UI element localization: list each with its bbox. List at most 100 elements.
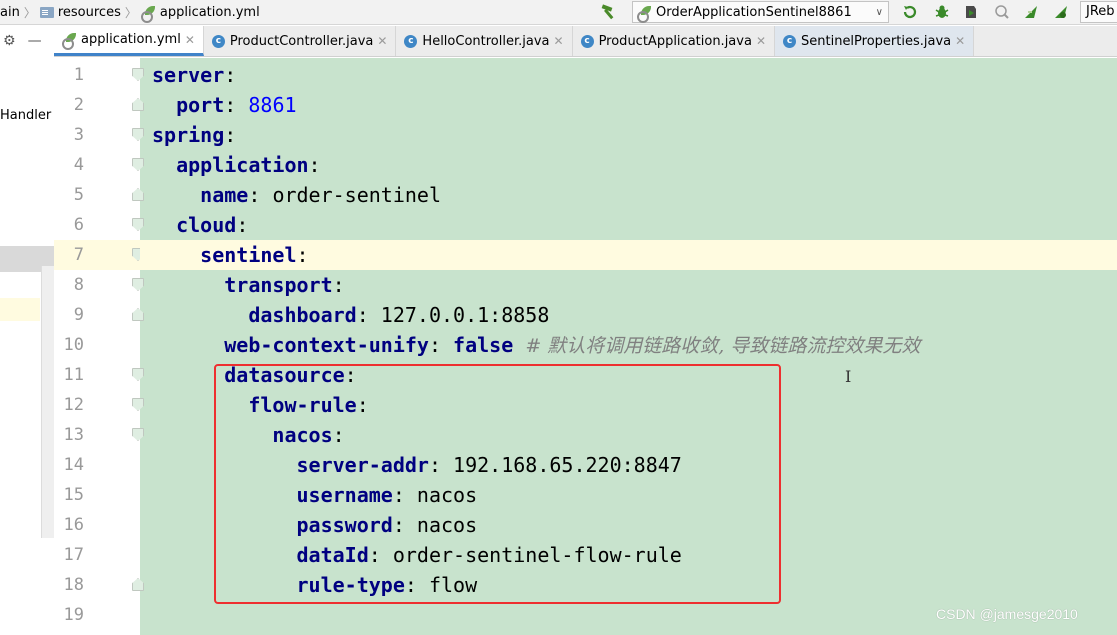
close-icon[interactable]: ✕ [554, 34, 564, 48]
highlight-annotation-box [214, 364, 781, 604]
yaml-separator: : [224, 63, 237, 87]
line-number: 12 [63, 395, 84, 415]
line-number: 3 [73, 125, 84, 145]
yaml-separator: : [248, 183, 273, 207]
line-number: 14 [63, 455, 84, 475]
tab-product-controller[interactable]: c ProductController.java ✕ [204, 26, 397, 56]
code-line[interactable]: 7 sentinel: [54, 240, 1117, 270]
yaml-key: dashboard [248, 303, 357, 327]
close-icon[interactable]: ✕ [756, 34, 766, 48]
tab-hello-controller[interactable]: c HelloController.java ✕ [396, 26, 573, 56]
yaml-value: 8861 [248, 93, 297, 117]
code-line[interactable]: 3 spring: [54, 120, 1117, 150]
yaml-separator: : [308, 153, 321, 177]
yml-icon [62, 33, 77, 50]
debug-icon[interactable] [932, 3, 952, 21]
close-icon[interactable]: ✕ [955, 34, 965, 48]
run-configuration-select[interactable]: OrderApplicationSentinel8861 ∨ [632, 1, 889, 23]
chevron-down-icon: ∨ [875, 6, 883, 18]
jrebel-debug-icon[interactable] [1051, 3, 1071, 21]
code-line[interactable]: 9 dashboard: 127.0.0.1:8858 [54, 300, 1117, 330]
code-line-text: server: [140, 60, 1117, 90]
yaml-key: port [176, 93, 225, 117]
project-tree-item[interactable]: Handler [0, 108, 51, 123]
folder-icon [39, 6, 54, 18]
project-panel-scrollbar[interactable] [41, 266, 54, 538]
project-tree-row[interactable] [0, 298, 40, 321]
line-number: 7 [73, 245, 84, 265]
yml-icon [140, 5, 156, 23]
yaml-key: spring [152, 123, 225, 147]
breadcrumb-application-yml[interactable]: application.yml [140, 5, 260, 23]
class-icon: c [211, 34, 225, 48]
yaml-key: server [152, 63, 225, 87]
breadcrumb-main[interactable]: ain [0, 5, 20, 20]
jrebel-run-icon[interactable] [1021, 3, 1041, 21]
yaml-key: web-context-unify [224, 333, 429, 357]
yaml-separator: : [332, 273, 345, 297]
yaml-value: 127.0.0.1:8858 [380, 303, 550, 327]
line-number: 6 [73, 215, 84, 235]
line-number: 15 [63, 485, 84, 505]
code-line-text: web-context-unify: false # 默认将调用链路收敛, 导致… [140, 330, 1117, 360]
code-line-text: transport: [140, 270, 1117, 300]
yaml-key: cloud [176, 213, 237, 237]
code-line[interactable]: 6 cloud: [54, 210, 1117, 240]
line-number: 2 [73, 95, 84, 115]
yaml-key: sentinel [200, 243, 297, 267]
close-icon[interactable]: ✕ [185, 33, 195, 47]
yaml-separator: : [428, 333, 454, 357]
code-line[interactable]: 4 application: [54, 150, 1117, 180]
yaml-separator: : [296, 243, 309, 267]
breadcrumb-separator: 〉 [23, 5, 36, 20]
breadcrumb-resources[interactable]: resources [39, 5, 121, 20]
close-icon[interactable]: ✕ [377, 34, 387, 48]
yaml-comment: # 默认将调用链路收敛, 导致链路流控效果无效 [513, 335, 921, 357]
class-icon: c [783, 34, 796, 48]
tab-product-application[interactable]: c ProductApplication.java ✕ [573, 26, 775, 56]
breadcrumb-separator: 〉 [124, 5, 137, 20]
code-line-text: sentinel: [140, 240, 1117, 270]
code-line-text: cloud: [140, 210, 1117, 240]
line-number: 4 [73, 155, 84, 175]
code-line-text: name: order-sentinel [140, 180, 1117, 210]
jrebel-button[interactable]: JReb [1080, 1, 1117, 23]
yaml-key: application [176, 153, 309, 177]
watermark: CSDN @jamesge2010 [936, 606, 1078, 622]
rerun-icon[interactable] [900, 3, 920, 21]
collapse-icon[interactable]: — [28, 33, 42, 49]
code-line[interactable]: 5 name: order-sentinel [54, 180, 1117, 210]
line-number: 17 [63, 545, 84, 565]
yaml-key: transport [224, 273, 333, 297]
code-line[interactable]: 1 server: [54, 60, 1117, 90]
yaml-value: order-sentinel [272, 183, 442, 207]
code-line-text: dashboard: 127.0.0.1:8858 [140, 300, 1117, 330]
tab-sentinel-properties[interactable]: c SentinelProperties.java ✕ [775, 26, 975, 56]
line-number: 1 [73, 65, 84, 85]
code-line[interactable]: 10 web-context-unify: false # 默认将调用链路收敛,… [54, 330, 1117, 360]
coverage-icon[interactable] [961, 3, 981, 21]
tab-application-yml[interactable]: application.yml ✕ [54, 26, 204, 56]
line-number: 5 [73, 185, 84, 205]
code-line[interactable]: 2 port: 8861 [54, 90, 1117, 120]
line-number: 13 [63, 425, 84, 445]
code-line-text: application: [140, 150, 1117, 180]
code-line-text: port: 8861 [140, 90, 1117, 120]
class-icon: c [404, 34, 418, 48]
line-number: 16 [63, 515, 84, 535]
code-line[interactable]: 8 transport: [54, 270, 1117, 300]
line-number: 8 [73, 275, 84, 295]
hammer-icon[interactable] [598, 2, 620, 22]
yaml-separator: : [356, 303, 381, 327]
profile-icon[interactable] [992, 3, 1012, 21]
line-number: 19 [63, 605, 84, 625]
yaml-key: name [200, 183, 249, 207]
yaml-separator: : [224, 93, 249, 117]
settings-icon[interactable]: ⚙ [3, 33, 16, 49]
class-run-icon: c [580, 34, 594, 48]
